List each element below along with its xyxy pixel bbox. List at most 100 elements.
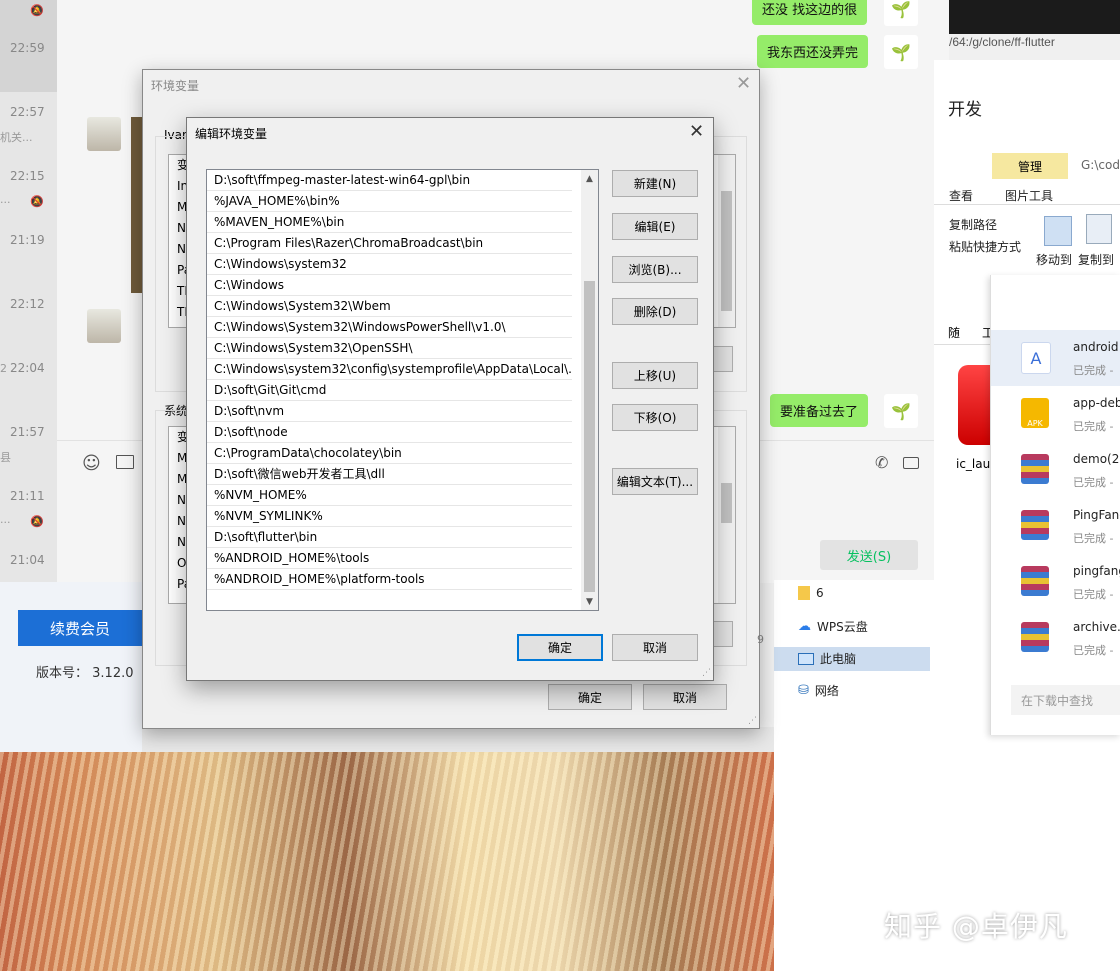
path-row[interactable]: C:\Windows\System32\OpenSSH\ xyxy=(207,338,572,359)
resize-grip-icon[interactable]: ⋰ xyxy=(702,668,711,678)
archive-icon xyxy=(1021,622,1049,652)
path-row[interactable]: %ANDROID_HOME%\tools xyxy=(207,548,572,569)
cloud-icon: ☁ xyxy=(798,619,811,634)
download-search-input[interactable]: 在下载中查找 xyxy=(1011,685,1120,715)
partial-digit: 9 xyxy=(757,633,764,646)
path-row[interactable]: %ANDROID_HOME%\platform-tools xyxy=(207,569,572,590)
move-down-button[interactable]: 下移(O) xyxy=(612,404,698,431)
explorer-title: 开发 xyxy=(948,100,982,120)
close-icon[interactable]: ✕ xyxy=(689,121,704,142)
tab-manage[interactable]: 管理 xyxy=(992,153,1068,179)
renew-membership-button[interactable]: 续费会员 xyxy=(18,610,142,646)
edit-button[interactable]: 编辑(E) xyxy=(612,213,698,240)
download-status: 已完成 - xyxy=(1073,644,1114,657)
breadcrumb: 随 工 xyxy=(934,318,994,345)
download-status: 已完成 - xyxy=(1073,364,1114,377)
download-item[interactable]: archive.z 已完成 - xyxy=(991,610,1120,666)
nav-item-wps-cloud[interactable]: ☁ WPS云盘 xyxy=(798,618,868,635)
message-bubble[interactable]: 还没 找这边的很 xyxy=(752,0,868,25)
emoji-icon[interactable]: ☺ xyxy=(82,453,101,474)
mute-bell-icon: 🔕 xyxy=(30,515,44,528)
copy-path-button[interactable]: 复制路径 xyxy=(949,216,997,233)
my-avatar[interactable]: 🌱 xyxy=(884,35,918,69)
terminal-window: /64:/g/clone/ff-flutter xyxy=(949,0,1120,60)
download-item[interactable]: A android 已完成 - xyxy=(991,330,1120,386)
path-row[interactable]: D:\soft\微信web开发者工具\dll xyxy=(207,464,572,485)
close-icon[interactable]: ✕ xyxy=(736,73,751,94)
download-item[interactable]: APK app-deb 已完成 - xyxy=(991,386,1120,442)
copy-to-label[interactable]: 复制到 xyxy=(1078,251,1114,268)
archive-icon xyxy=(1021,566,1049,596)
scrollbar-thumb[interactable] xyxy=(721,483,732,523)
breadcrumb-segment[interactable]: 随 xyxy=(948,324,960,341)
copy-to-icon[interactable] xyxy=(1086,214,1112,244)
delete-button[interactable]: 删除(D) xyxy=(612,298,698,325)
scrollbar-thumb[interactable] xyxy=(584,281,595,592)
path-row[interactable]: C:\Windows\system32\config\systemprofile… xyxy=(207,359,572,380)
path-rows: D:\soft\ffmpeg-master-latest-win64-gpl\b… xyxy=(207,170,598,590)
path-row[interactable]: C:\Program Files\Razer\ChromaBroadcast\b… xyxy=(207,233,572,254)
ok-button[interactable]: 确定 xyxy=(517,634,603,661)
download-name: PingFang xyxy=(1073,508,1120,522)
nav-item-this-pc[interactable]: 此电脑 xyxy=(798,650,856,667)
path-row[interactable]: %NVM_HOME% xyxy=(207,485,572,506)
contact-avatar[interactable] xyxy=(87,117,121,151)
nav-item-network[interactable]: ⛁ 网络 xyxy=(798,682,839,699)
message-bubble[interactable]: 要准备过去了 xyxy=(770,394,869,427)
phone-icon[interactable]: ✆ xyxy=(875,453,888,472)
scroll-up-arrow-icon[interactable]: ▲ xyxy=(581,170,598,187)
tab-picture-tools[interactable]: 图片工具 xyxy=(1005,187,1053,204)
nav-item-label: 6 xyxy=(816,586,824,600)
nav-item-folder[interactable]: 6 xyxy=(798,586,824,600)
folder-icon xyxy=(798,586,810,600)
path-row[interactable]: C:\Windows xyxy=(207,275,572,296)
path-row[interactable]: C:\ProgramData\chocolatey\bin xyxy=(207,443,572,464)
path-row[interactable]: D:\soft\node xyxy=(207,422,572,443)
scrollbar-thumb[interactable] xyxy=(721,191,732,311)
path-row[interactable]: C:\Windows\System32\WindowsPowerShell\v1… xyxy=(207,317,572,338)
scroll-down-arrow-icon[interactable]: ▼ xyxy=(581,593,598,610)
android-studio-icon: A xyxy=(1021,342,1051,374)
download-name: app-deb xyxy=(1073,396,1120,410)
vertical-scrollbar[interactable]: ▲ ▼ xyxy=(581,170,598,610)
paste-shortcut-button[interactable]: 粘贴快捷方式 xyxy=(949,238,1021,255)
my-avatar[interactable]: 🌱 xyxy=(884,0,918,26)
path-list[interactable]: D:\soft\ffmpeg-master-latest-win64-gpl\b… xyxy=(206,169,599,611)
cancel-button[interactable]: 取消 xyxy=(612,634,698,661)
edit-environment-variable-dialog: 编辑环境变量 ✕ D:\soft\ffmpeg-master-latest-wi… xyxy=(186,117,714,681)
path-row[interactable]: C:\Windows\System32\Wbem xyxy=(207,296,572,317)
browse-button[interactable]: 浏览(B)... xyxy=(612,256,698,283)
nav-item-label: 网络 xyxy=(814,684,839,698)
folder-icon[interactable] xyxy=(116,455,134,469)
new-button[interactable]: 新建(N) xyxy=(612,170,698,197)
move-up-button[interactable]: 上移(U) xyxy=(612,362,698,389)
path-row[interactable]: D:\soft\nvm xyxy=(207,401,572,422)
move-to-label[interactable]: 移动到 xyxy=(1036,251,1072,268)
move-to-icon[interactable] xyxy=(1044,216,1072,246)
path-row[interactable]: D:\soft\Git\Git\cmd xyxy=(207,380,572,401)
cancel-button[interactable]: 取消 xyxy=(643,684,727,710)
my-avatar[interactable]: 🌱 xyxy=(884,394,918,428)
message-bubble[interactable]: 我东西还没弄完 xyxy=(757,35,869,68)
file-thumbnail[interactable] xyxy=(958,365,992,445)
path-row[interactable]: D:\soft\ffmpeg-master-latest-win64-gpl\b… xyxy=(207,170,572,191)
chat-preview: 县 xyxy=(0,451,11,464)
edit-text-button[interactable]: 编辑文本(T)... xyxy=(612,468,698,495)
path-row[interactable]: %NVM_SYMLINK% xyxy=(207,506,572,527)
chat-time: 22:04 xyxy=(10,361,45,375)
download-item[interactable]: pingfang 已完成 - xyxy=(991,554,1120,610)
explorer-path-hint: G:\cod xyxy=(1081,158,1120,172)
resize-grip-icon[interactable]: ⋰ xyxy=(748,716,757,726)
video-call-icon[interactable] xyxy=(903,457,919,469)
terminal-path: /64:/g/clone/ff-flutter xyxy=(949,34,1120,60)
path-row[interactable]: D:\soft\flutter\bin xyxy=(207,527,572,548)
tab-view[interactable]: 查看 xyxy=(949,187,973,204)
download-item[interactable]: demo(2) 已完成 - xyxy=(991,442,1120,498)
path-row[interactable]: %MAVEN_HOME%\bin xyxy=(207,212,572,233)
path-row[interactable]: %JAVA_HOME%\bin% xyxy=(207,191,572,212)
send-button[interactable]: 发送(S) xyxy=(820,540,918,570)
contact-avatar[interactable] xyxy=(87,309,121,343)
download-item[interactable]: PingFang 已完成 - xyxy=(991,498,1120,554)
path-row[interactable]: C:\Windows\system32 xyxy=(207,254,572,275)
ok-button[interactable]: 确定 xyxy=(548,684,632,710)
